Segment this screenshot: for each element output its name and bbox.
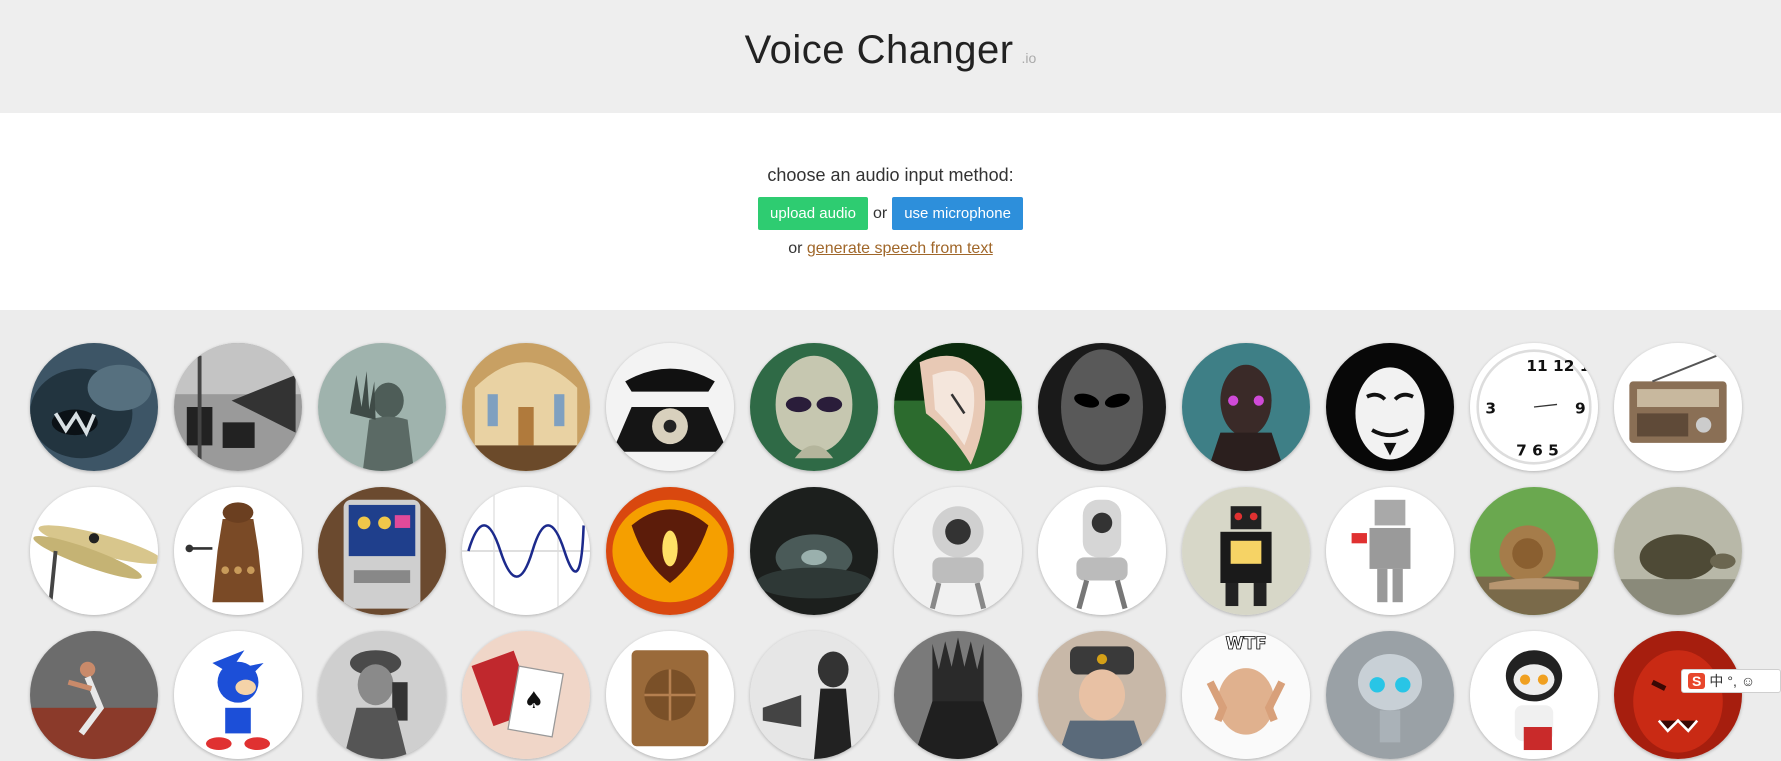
melting-clock-icon bbox=[894, 343, 1022, 471]
ghost-icon bbox=[318, 343, 446, 471]
voice-wtf-meme[interactable]: WTF bbox=[1182, 631, 1310, 759]
sonic-icon bbox=[174, 631, 302, 759]
voice-robot-eye[interactable] bbox=[894, 487, 1022, 615]
voice-speaker-box[interactable] bbox=[606, 631, 734, 759]
title-wrap: Voice Changer .io bbox=[0, 28, 1781, 73]
robot-eye-icon bbox=[894, 487, 1022, 615]
voice-lego-robot[interactable] bbox=[1326, 487, 1454, 615]
use-microphone-button[interactable]: use microphone bbox=[892, 197, 1023, 230]
tts-prefix: or bbox=[788, 240, 803, 257]
voice-soldier-radio[interactable] bbox=[318, 631, 446, 759]
demon-icon bbox=[1614, 631, 1742, 759]
upload-audio-button[interactable]: upload audio bbox=[758, 197, 868, 230]
input-method-prompt: choose an audio input method: bbox=[767, 165, 1014, 185]
voice-dark-lord[interactable] bbox=[894, 631, 1022, 759]
voice-russian-soldier[interactable] bbox=[1038, 631, 1166, 759]
voice-grid: 11 12 1397 6 5 ♠ WTF bbox=[0, 310, 1781, 761]
voice-cymbal[interactable] bbox=[30, 487, 158, 615]
ime-logo: S bbox=[1688, 673, 1706, 689]
generate-speech-link[interactable]: generate speech from text bbox=[807, 240, 993, 257]
voice-gramophone[interactable] bbox=[750, 631, 878, 759]
toy-robot-icon bbox=[1182, 487, 1310, 615]
sine-wave-icon bbox=[462, 487, 590, 615]
dalek-icon bbox=[174, 487, 302, 615]
robot-eye-2-icon bbox=[1038, 487, 1166, 615]
voice-grey-alien[interactable] bbox=[1038, 343, 1166, 471]
ime-toolbar[interactable]: S 中 °, ☺ bbox=[1681, 669, 1781, 693]
wtf-meme-icon: WTF bbox=[1182, 631, 1310, 759]
page-title: Voice Changer bbox=[744, 28, 1014, 72]
voice-radio[interactable] bbox=[1614, 343, 1742, 471]
snail-icon bbox=[1470, 487, 1598, 615]
svg-text:♠: ♠ bbox=[523, 688, 544, 714]
voice-toy-robot[interactable] bbox=[1182, 487, 1310, 615]
balrog-icon bbox=[606, 487, 734, 615]
voice-telephone[interactable] bbox=[606, 343, 734, 471]
voice-ghost[interactable] bbox=[318, 343, 446, 471]
gir-robot-icon bbox=[1326, 631, 1454, 759]
voice-snail[interactable] bbox=[1470, 487, 1598, 615]
voice-melting-clock[interactable] bbox=[894, 343, 1022, 471]
sprinter-icon bbox=[30, 631, 158, 759]
voice-playing-cards[interactable]: ♠ bbox=[462, 631, 590, 759]
speaker-box-icon bbox=[606, 631, 734, 759]
voice-gir-robot[interactable] bbox=[1326, 631, 1454, 759]
title-suffix: .io bbox=[1021, 50, 1037, 66]
soldier-radio-icon bbox=[318, 631, 446, 759]
dark-lord-icon bbox=[894, 631, 1022, 759]
svg-text:3: 3 bbox=[1485, 399, 1496, 417]
tts-line: or generate speech from text bbox=[0, 240, 1781, 258]
voice-sprinter[interactable] bbox=[30, 631, 158, 759]
input-method-panel: choose an audio input method: upload aud… bbox=[0, 113, 1781, 310]
svg-text:7 6 5: 7 6 5 bbox=[1516, 442, 1559, 460]
kirobo-robot-icon bbox=[1470, 631, 1598, 759]
russian-soldier-icon bbox=[1038, 631, 1166, 759]
voice-megaphone[interactable] bbox=[174, 343, 302, 471]
voice-anonymous[interactable] bbox=[1326, 343, 1454, 471]
telephone-icon bbox=[606, 343, 734, 471]
voice-guitar-pedal[interactable] bbox=[318, 487, 446, 615]
guitar-pedal-icon bbox=[318, 487, 446, 615]
tortoise-icon bbox=[1614, 487, 1742, 615]
input-button-row: upload audio or use microphone bbox=[0, 197, 1781, 230]
megaphone-icon bbox=[174, 343, 302, 471]
voice-monster[interactable] bbox=[30, 343, 158, 471]
voice-demon[interactable] bbox=[1614, 631, 1742, 759]
playing-cards-icon: ♠ bbox=[462, 631, 590, 759]
page-header: Voice Changer .io bbox=[0, 0, 1781, 113]
voice-robot-eye-2[interactable] bbox=[1038, 487, 1166, 615]
ime-emoji-icon[interactable]: ☺ bbox=[1741, 673, 1755, 689]
ime-punctuation-toggle[interactable]: °, bbox=[1727, 673, 1737, 689]
cave-icon bbox=[750, 487, 878, 615]
svg-text:11 12 1: 11 12 1 bbox=[1526, 357, 1590, 375]
voice-sonic[interactable] bbox=[174, 631, 302, 759]
voice-alien[interactable] bbox=[750, 343, 878, 471]
radio-icon bbox=[1614, 343, 1742, 471]
voice-balrog[interactable] bbox=[606, 487, 734, 615]
svg-text:WTF: WTF bbox=[1226, 634, 1267, 653]
voice-cyborg[interactable] bbox=[1182, 343, 1310, 471]
alien-icon bbox=[750, 343, 878, 471]
voice-dalek[interactable] bbox=[174, 487, 302, 615]
voice-kirobo-robot[interactable] bbox=[1470, 631, 1598, 759]
ime-language-toggle[interactable]: 中 bbox=[1709, 671, 1723, 691]
voice-cave[interactable] bbox=[750, 487, 878, 615]
voice-sine-wave[interactable] bbox=[462, 487, 590, 615]
gramophone-icon bbox=[750, 631, 878, 759]
voice-mirror-clock[interactable]: 11 12 1397 6 5 bbox=[1470, 343, 1598, 471]
church-icon bbox=[462, 343, 590, 471]
cyborg-icon bbox=[1182, 343, 1310, 471]
monster-icon bbox=[30, 343, 158, 471]
cymbal-icon bbox=[30, 487, 158, 615]
anonymous-mask-icon bbox=[1326, 343, 1454, 471]
svg-text:9: 9 bbox=[1575, 399, 1586, 417]
mirror-clock-icon: 11 12 13 97 6 5 bbox=[1470, 343, 1598, 471]
voice-church[interactable] bbox=[462, 343, 590, 471]
voice-tortoise[interactable] bbox=[1614, 487, 1742, 615]
lego-robot-icon bbox=[1326, 487, 1454, 615]
grey-alien-icon bbox=[1038, 343, 1166, 471]
or-separator: or bbox=[872, 204, 888, 222]
